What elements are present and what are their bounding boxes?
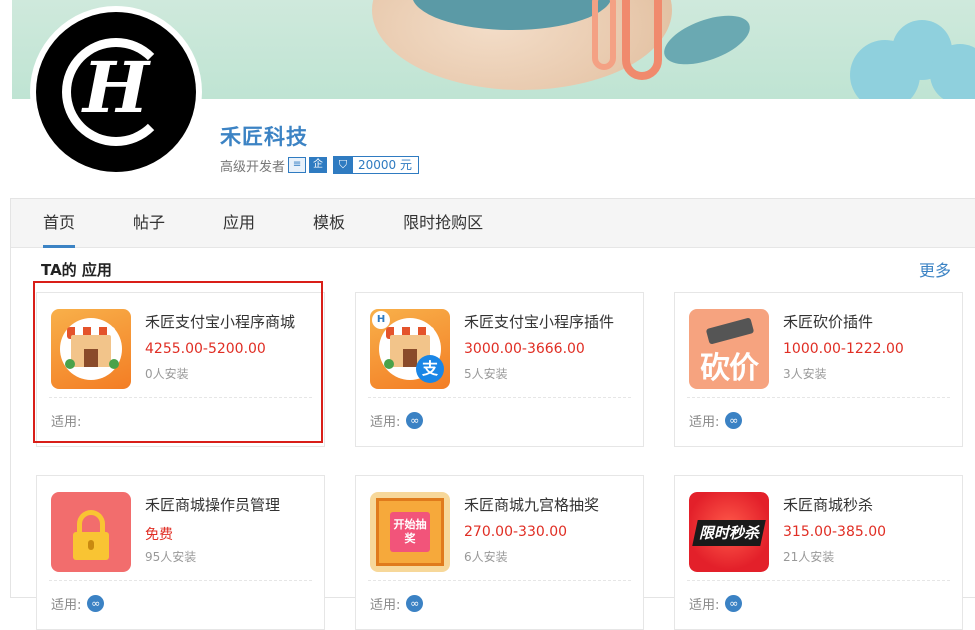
app-price: 免费	[145, 527, 173, 543]
storefront-alipay-icon: H 支	[370, 309, 450, 389]
app-name[interactable]: 禾匠砍价插件	[783, 311, 873, 332]
app-price: 1000.00-1222.00	[783, 341, 904, 357]
app-name[interactable]: 禾匠支付宝小程序插件	[464, 311, 614, 332]
tab-posts[interactable]: 帖子	[133, 199, 165, 247]
company-name[interactable]: 禾匠科技	[220, 121, 308, 151]
tab-apps[interactable]: 应用	[223, 199, 255, 247]
app-installs: 3人安装	[783, 367, 827, 381]
miniprogram-icon: ∞	[725, 412, 743, 429]
app-card[interactable]: 限时秒杀 禾匠商城秒杀 315.00-385.00 21人安装 适用: ∞	[674, 475, 963, 630]
bargain-icon: 砍价	[689, 309, 769, 389]
app-platforms: 适用: ∞	[370, 594, 424, 613]
app-installs: 21人安装	[783, 550, 835, 564]
app-installs: 6人安装	[464, 550, 508, 564]
app-platforms: 适用: ∞	[689, 594, 743, 613]
app-installs: 95人安装	[145, 550, 197, 564]
app-installs: 5人安装	[464, 367, 508, 381]
miniprogram-icon: ∞	[406, 412, 424, 429]
shield-icon: ⛉	[333, 156, 354, 174]
app-price: 3000.00-3666.00	[464, 341, 585, 357]
tab-templates[interactable]: 模板	[313, 199, 345, 247]
company-logo[interactable]: H	[30, 6, 202, 178]
app-name[interactable]: 禾匠商城九宫格抽奖	[464, 494, 599, 515]
selection-highlight	[33, 281, 323, 443]
app-card[interactable]: H 支 禾匠支付宝小程序插件 3000.00-3666.00 5人安装 适用: ∞	[355, 292, 644, 447]
certified-badge: ≡	[288, 157, 307, 173]
app-card[interactable]: 开始抽奖 禾匠商城九宫格抽奖 270.00-330.00 6人安装 适用: ∞	[355, 475, 644, 630]
app-name[interactable]: 禾匠商城秒杀	[783, 494, 873, 515]
lock-icon	[51, 492, 131, 572]
section-title: TA的 应用	[41, 261, 112, 279]
tab-flash-sale[interactable]: 限时抢购区	[403, 199, 483, 247]
app-price: 270.00-330.00	[464, 524, 568, 540]
app-platforms: 适用: ∞	[689, 411, 743, 430]
app-card[interactable]: 砍价 禾匠砍价插件 1000.00-1222.00 3人安装 适用: ∞	[674, 292, 963, 447]
lottery-grid-icon: 开始抽奖	[370, 492, 450, 572]
deposit-badge: ⛉ 20000 元	[333, 156, 420, 174]
app-name[interactable]: 禾匠商城操作员管理	[145, 494, 280, 515]
app-card[interactable]: 禾匠商城操作员管理 免费 95人安装 适用: ∞	[36, 475, 325, 630]
content-panel: 首页 帖子 应用 模板 限时抢购区 TA的 应用 更多 禾匠支付宝小程序商城 4…	[10, 198, 975, 630]
company-meta: 高级开发者 ≡ 企 ⛉ 20000 元	[220, 156, 420, 175]
enterprise-badge: 企	[309, 157, 328, 173]
more-link[interactable]: 更多	[919, 257, 951, 281]
app-platforms: 适用: ∞	[370, 411, 424, 430]
flash-sale-icon: 限时秒杀	[689, 492, 769, 572]
developer-level: 高级开发者	[220, 159, 286, 175]
tab-home[interactable]: 首页	[43, 199, 76, 248]
tab-bar: 首页 帖子 应用 模板 限时抢购区	[11, 199, 975, 248]
app-platforms: 适用: ∞	[51, 594, 105, 613]
logo-letter: H	[82, 46, 150, 129]
deposit-amount: 20000 元	[358, 158, 413, 172]
app-price: 315.00-385.00	[783, 524, 887, 540]
